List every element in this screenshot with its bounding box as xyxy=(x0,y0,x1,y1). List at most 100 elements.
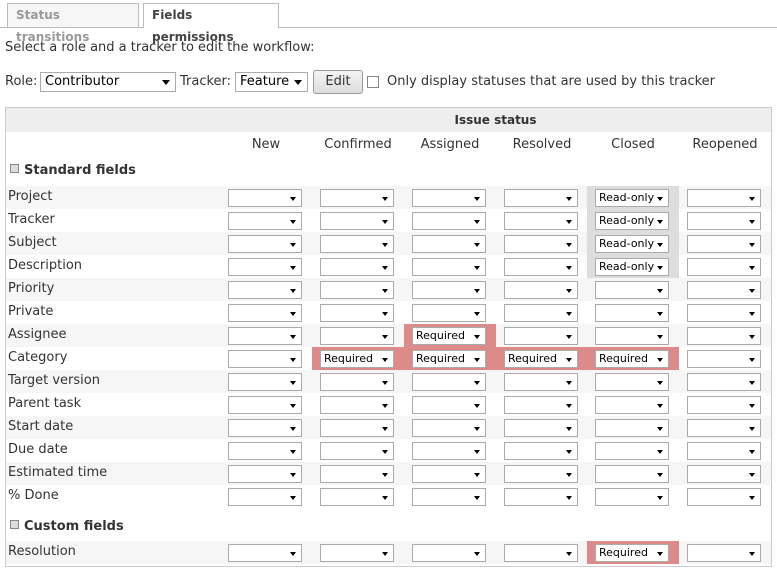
permission-select[interactable] xyxy=(228,396,302,414)
permission-select[interactable] xyxy=(320,488,394,506)
permission-select[interactable] xyxy=(412,235,486,253)
permission-select[interactable] xyxy=(687,488,761,506)
permission-select[interactable]: Required xyxy=(595,350,669,368)
permission-select[interactable] xyxy=(320,544,394,562)
permission-select[interactable] xyxy=(687,212,761,230)
permission-select[interactable] xyxy=(320,189,394,207)
permission-select[interactable] xyxy=(687,281,761,299)
collapse-icon[interactable] xyxy=(10,164,19,173)
permission-select[interactable] xyxy=(228,281,302,299)
permission-select[interactable] xyxy=(504,373,578,391)
permission-select[interactable] xyxy=(228,544,302,562)
permission-select[interactable] xyxy=(228,488,302,506)
permission-select[interactable] xyxy=(504,419,578,437)
permission-select[interactable] xyxy=(504,235,578,253)
permission-select[interactable] xyxy=(504,189,578,207)
permission-select[interactable] xyxy=(320,465,394,483)
standard-fields-section[interactable]: Standard fields xyxy=(10,163,136,178)
permission-select[interactable] xyxy=(320,212,394,230)
permission-select[interactable] xyxy=(687,327,761,345)
permission-select[interactable] xyxy=(595,396,669,414)
permission-select[interactable] xyxy=(320,373,394,391)
permission-select[interactable]: Required xyxy=(504,350,578,368)
permission-select[interactable] xyxy=(412,544,486,562)
permission-select[interactable] xyxy=(687,304,761,322)
permission-select[interactable]: Required xyxy=(595,544,669,562)
permission-select[interactable] xyxy=(320,419,394,437)
role-select[interactable]: Contributor xyxy=(40,72,176,92)
permission-select[interactable] xyxy=(320,396,394,414)
custom-fields-section[interactable]: Custom fields xyxy=(10,519,124,534)
permission-select[interactable] xyxy=(228,212,302,230)
permission-select[interactable] xyxy=(320,281,394,299)
permission-select[interactable] xyxy=(504,544,578,562)
permission-select[interactable] xyxy=(687,235,761,253)
permission-select[interactable] xyxy=(412,419,486,437)
permission-select[interactable] xyxy=(595,488,669,506)
permission-select[interactable]: Read-only xyxy=(595,258,669,276)
permission-select[interactable] xyxy=(595,281,669,299)
permission-select[interactable] xyxy=(320,235,394,253)
permission-select[interactable] xyxy=(320,258,394,276)
permission-select[interactable] xyxy=(687,350,761,368)
permission-select[interactable] xyxy=(228,258,302,276)
permission-select[interactable] xyxy=(320,327,394,345)
tab-status-transitions[interactable]: Status transitions xyxy=(7,3,139,44)
permission-select[interactable] xyxy=(687,419,761,437)
permission-select[interactable] xyxy=(595,304,669,322)
permission-select[interactable] xyxy=(504,304,578,322)
permission-select[interactable] xyxy=(595,442,669,460)
permission-select[interactable] xyxy=(687,396,761,414)
permission-select[interactable] xyxy=(504,488,578,506)
tab-fields-permissions[interactable]: Fields permissions xyxy=(143,3,279,44)
permission-select[interactable] xyxy=(228,327,302,345)
permission-select[interactable] xyxy=(687,373,761,391)
permission-select[interactable] xyxy=(595,465,669,483)
only-used-statuses-checkbox[interactable] xyxy=(367,76,379,88)
permission-select[interactable] xyxy=(412,373,486,391)
permission-select[interactable] xyxy=(504,258,578,276)
permission-select[interactable] xyxy=(228,189,302,207)
permission-select[interactable] xyxy=(687,544,761,562)
permission-select[interactable] xyxy=(228,235,302,253)
permission-select[interactable] xyxy=(228,419,302,437)
permission-select[interactable] xyxy=(504,327,578,345)
permission-select[interactable] xyxy=(504,442,578,460)
permission-select[interactable] xyxy=(228,442,302,460)
permission-select[interactable] xyxy=(595,327,669,345)
permission-select[interactable] xyxy=(687,442,761,460)
permission-select[interactable]: Read-only xyxy=(595,212,669,230)
permission-select[interactable] xyxy=(320,442,394,460)
permission-select[interactable] xyxy=(504,465,578,483)
permission-select[interactable] xyxy=(687,258,761,276)
collapse-icon[interactable] xyxy=(10,520,19,529)
permission-select[interactable] xyxy=(504,281,578,299)
edit-button[interactable]: Edit xyxy=(313,70,363,94)
permission-select[interactable] xyxy=(228,304,302,322)
permission-select[interactable] xyxy=(504,396,578,414)
permission-select[interactable] xyxy=(412,189,486,207)
permission-select[interactable] xyxy=(595,419,669,437)
permission-select[interactable] xyxy=(412,442,486,460)
permission-select[interactable] xyxy=(504,212,578,230)
permission-select[interactable] xyxy=(412,488,486,506)
permission-select[interactable]: Required xyxy=(412,350,486,368)
permission-select[interactable]: Required xyxy=(320,350,394,368)
tracker-select[interactable]: Feature xyxy=(235,72,308,92)
permission-select[interactable]: Read-only xyxy=(595,189,669,207)
permission-select[interactable]: Read-only xyxy=(595,235,669,253)
permission-select[interactable] xyxy=(228,465,302,483)
permission-select[interactable]: Required xyxy=(412,327,486,345)
permission-select[interactable] xyxy=(687,189,761,207)
permission-select[interactable] xyxy=(412,304,486,322)
permission-select[interactable] xyxy=(412,212,486,230)
permission-select[interactable] xyxy=(228,350,302,368)
permission-select[interactable] xyxy=(412,281,486,299)
permission-select[interactable] xyxy=(228,373,302,391)
permission-select[interactable] xyxy=(412,258,486,276)
permission-select[interactable] xyxy=(320,304,394,322)
permission-select[interactable] xyxy=(687,465,761,483)
permission-select[interactable] xyxy=(595,373,669,391)
permission-select[interactable] xyxy=(412,396,486,414)
permission-select[interactable] xyxy=(412,465,486,483)
